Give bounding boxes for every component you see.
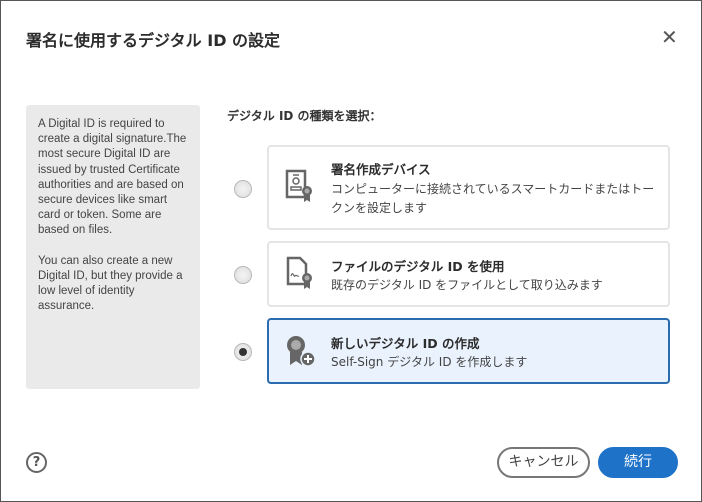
option-title: 署名作成デバイス <box>331 162 431 177</box>
info-text: You can also create a new Digital ID, bu… <box>38 254 183 313</box>
option-signature-device[interactable]: 署名作成デバイス コンピューターに接続されているスマートカードまたはトークンを設… <box>267 145 670 230</box>
continue-button[interactable]: 続行 <box>598 447 678 478</box>
help-button[interactable]: ? <box>26 452 47 473</box>
option-title: 新しいデジタル ID の作成 <box>331 336 480 351</box>
option-description: Self-Sign デジタル ID を作成します <box>331 355 528 369</box>
option-new-id[interactable]: 新しいデジタル ID の作成 Self-Sign デジタル ID を作成します <box>267 318 670 384</box>
badge-add-icon <box>287 336 316 367</box>
certificate-person-icon <box>285 169 312 202</box>
radio-file-id[interactable] <box>234 266 252 284</box>
option-file-id[interactable]: ファイルのデジタル ID を使用 既存のデジタル ID をファイルとして取り込み… <box>267 241 670 307</box>
option-description: コンピューターに接続されているスマートカードまたはトークンを設定します <box>331 182 655 215</box>
file-signature-icon <box>286 256 312 289</box>
radio-new-id[interactable] <box>234 343 252 361</box>
close-icon[interactable]: ✕ <box>661 25 678 49</box>
option-title: ファイルのデジタル ID を使用 <box>331 259 505 274</box>
option-description: 既存のデジタル ID をファイルとして取り込みます <box>331 278 603 292</box>
prompt-label: デジタル ID の種類を選択： <box>227 109 382 123</box>
radio-signature-device[interactable] <box>234 180 252 198</box>
cancel-button[interactable]: キャンセル <box>497 447 590 478</box>
info-text: A Digital ID is required to create a dig… <box>38 118 187 237</box>
info-panel: A Digital ID is required to create a dig… <box>26 105 200 389</box>
dialog: 署名に使用するデジタル ID の設定 ✕ A Digital ID is req… <box>0 0 702 502</box>
dialog-title: 署名に使用するデジタル ID の設定 <box>26 31 281 50</box>
